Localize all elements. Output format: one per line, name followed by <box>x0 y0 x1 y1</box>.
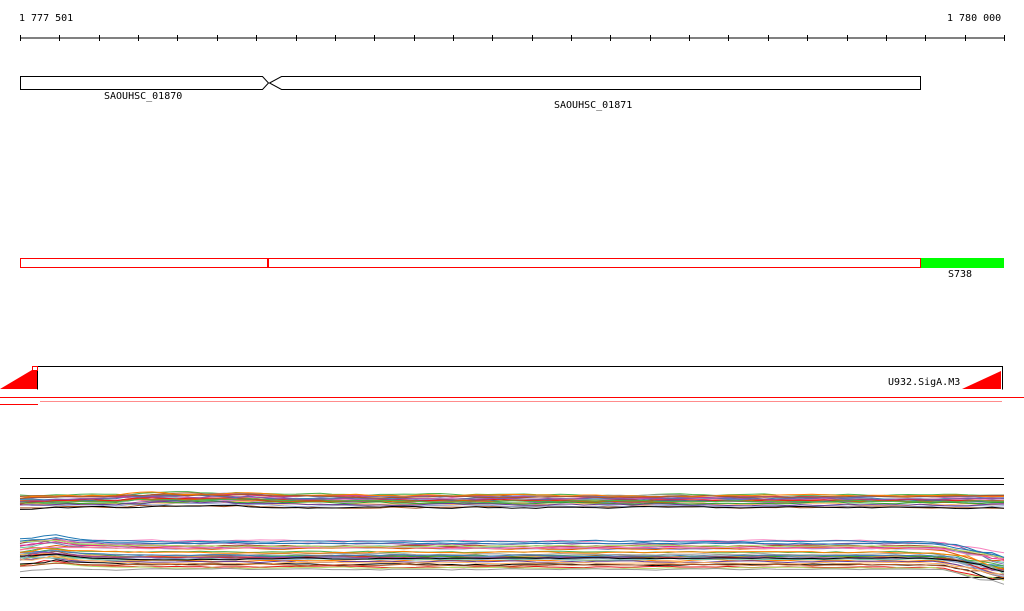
coverage-peak-left <box>0 370 37 389</box>
profile-group-lower <box>19 534 1005 585</box>
coverage-track <box>0 366 1024 405</box>
coverage-peak-left-cap <box>32 366 38 371</box>
track-canvas <box>0 35 1024 585</box>
gene-track <box>20 76 921 90</box>
profile-line <box>19 562 1005 579</box>
segment-box[interactable] <box>20 258 921 268</box>
gene-saouhsc-01870-forward-arrow[interactable] <box>20 76 270 90</box>
coverage-track-frame <box>37 366 1003 390</box>
profile-tracks <box>19 478 1005 585</box>
feature-track <box>20 258 1004 268</box>
coordinate-ruler <box>20 35 1005 41</box>
profile-line <box>19 567 1005 585</box>
feature-s738-block[interactable] <box>921 258 1004 268</box>
coverage-peak-right <box>962 371 1001 389</box>
profile-group-upper <box>19 491 1005 510</box>
genome-browser-view: 1 777 501 1 780 000 SAOUHSC_01870 SAOUHS… <box>0 0 1024 611</box>
gene-saouhsc-01871-reverse-arrow[interactable] <box>268 76 921 90</box>
